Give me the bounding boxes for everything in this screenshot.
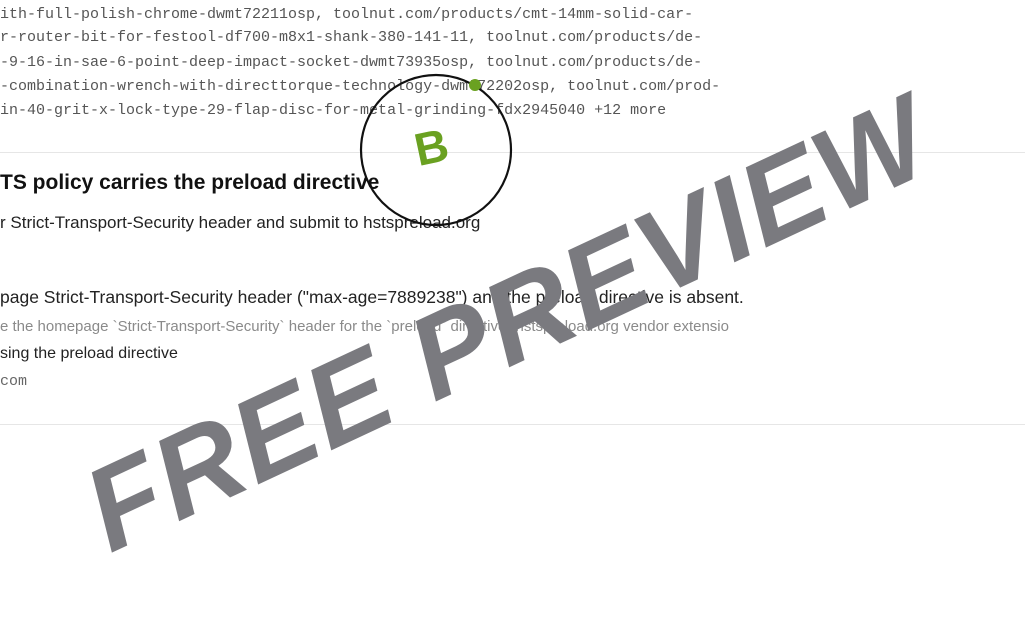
- finding-fix: sing the preload directive: [0, 345, 178, 362]
- grade-circle: [359, 73, 513, 227]
- url-list-line: -combination-wrench-with-directtorque-te…: [0, 78, 721, 95]
- finding-source: com: [0, 373, 28, 390]
- grade-letter: B: [410, 118, 453, 176]
- url-list-line: -9-16-in-sae-6-point-deep-impact-socket-…: [0, 54, 703, 71]
- url-list-line: in-40-grit-x-lock-type-29-flap-disc-for-…: [0, 102, 667, 119]
- finding-check-description: e the homepage `Strict-Transport-Securit…: [0, 318, 729, 335]
- finding-description: r Strict-Transport-Security header and s…: [0, 213, 481, 232]
- finding-result: page Strict-Transport-Security header ("…: [0, 287, 744, 307]
- section-divider: [0, 424, 1025, 425]
- url-list-line: r-router-bit-for-festool-df700-m8x1-shan…: [0, 29, 703, 46]
- section-divider: [0, 152, 1025, 153]
- finding-title: TS policy carries the preload directive: [0, 171, 380, 194]
- url-list-line: ith-full-polish-chrome-dwmt72211osp, too…: [0, 6, 694, 23]
